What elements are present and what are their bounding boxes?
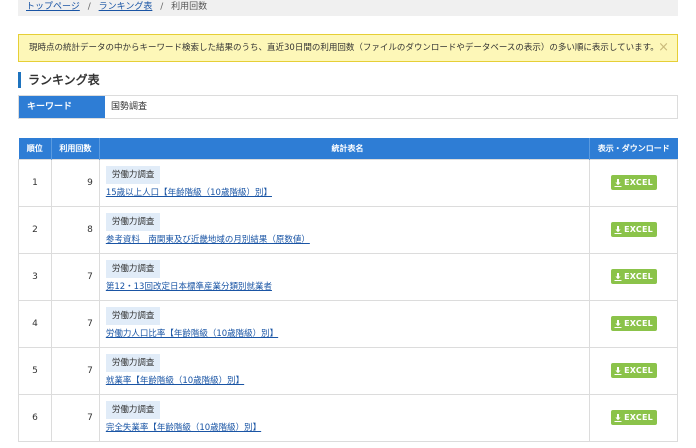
rank-cell: 2 [18,205,52,254]
rank-cell: 5 [18,346,52,395]
table-body: 1 9 労働力調査 15歳以上人口【年齢階級（10歳階級）別】 EXCEL 2 … [18,158,678,442]
rank-cell: 3 [18,252,52,301]
excel-download-button[interactable]: EXCEL [610,363,657,378]
breadcrumb-separator: / [160,2,164,12]
survey-tag: 労働力調査 [105,354,161,372]
excel-download-button[interactable]: EXCEL [610,316,657,331]
breadcrumb-home-link[interactable]: トップページ [26,2,80,12]
count-cell: 8 [50,205,100,254]
rank-cell: 1 [18,158,52,207]
survey-tag: 労働力調査 [105,260,161,278]
table-row: 5 7 労働力調査 就業率【年齢階級（10歳階級）別】 EXCEL [18,346,678,395]
count-cell: 7 [50,299,100,348]
name-cell: 労働力調査 15歳以上人口【年齢階級（10歳階級）別】 [98,158,591,207]
excel-label: EXCEL [624,272,653,281]
count-cell: 7 [50,252,100,301]
count-cell: 7 [50,393,100,442]
breadcrumb-current: 利用回数 [171,2,208,12]
name-cell: 労働力調査 就業率【年齢階級（10歳階級）別】 [98,346,591,395]
stat-title-link[interactable]: 15歳以上人口【年齢階級（10歳階級）別】 [106,188,589,199]
name-cell: 労働力調査 完全失業率【年齢階級（10歳階級）別】 [98,393,591,442]
name-cell: 労働力調査 労働力人口比率【年齢階級（10歳階級）別】 [98,299,591,348]
ranking-table: 順位 利用回数 統計表名 表示・ダウンロード 1 9 労働力調査 15歳以上人口… [18,138,678,442]
notice-banner: 現時点の統計データの中からキーワード検索した結果のうち、直近30日間の利用回数（… [18,34,678,62]
header-rank: 順位 [18,138,52,159]
breadcrumb-separator: / [87,2,91,12]
survey-tag: 労働力調査 [105,307,161,325]
count-cell: 9 [50,158,100,207]
download-cell: EXCEL [589,346,678,395]
keyword-label: キーワード [19,96,105,118]
name-cell: 労働力調査 参考資料 南関東及び近畿地域の月別結果（原数値） [98,205,591,254]
download-icon [614,225,622,234]
breadcrumb-ranking-link[interactable]: ランキング表 [99,2,153,12]
table-row: 1 9 労働力調査 15歳以上人口【年齢階級（10歳階級）別】 EXCEL [18,158,678,207]
page-title: ランキング表 [18,72,100,88]
table-row: 4 7 労働力調査 労働力人口比率【年齢階級（10歳階級）別】 EXCEL [18,299,678,348]
close-icon[interactable]: × [658,35,669,61]
table-row: 6 7 労働力調査 完全失業率【年齢階級（10歳階級）別】 EXCEL [18,393,678,442]
excel-download-button[interactable]: EXCEL [610,410,657,425]
table-header-row: 順位 利用回数 統計表名 表示・ダウンロード [18,138,678,159]
count-cell: 7 [50,346,100,395]
download-icon [614,366,622,375]
stat-title-link[interactable]: 就業率【年齢階級（10歳階級）別】 [106,376,589,387]
excel-label: EXCEL [624,178,653,187]
download-cell: EXCEL [589,158,678,207]
breadcrumb: トップページ / ランキング表 / 利用回数 [18,0,678,16]
keyword-value: 国勢調査 [111,102,148,112]
keyword-row: キーワード 国勢調査 [18,95,678,119]
header-count: 利用回数 [51,138,100,159]
download-icon [614,413,622,422]
header-name: 統計表名 [99,138,591,159]
excel-label: EXCEL [624,413,653,422]
stat-title-link[interactable]: 参考資料 南関東及び近畿地域の月別結果（原数値） [106,235,589,246]
survey-tag: 労働力調査 [105,401,161,419]
download-icon [614,178,622,187]
table-row: 2 8 労働力調査 参考資料 南関東及び近畿地域の月別結果（原数値） EXCEL [18,205,678,254]
survey-tag: 労働力調査 [105,213,161,231]
excel-label: EXCEL [624,319,653,328]
rank-cell: 4 [18,299,52,348]
download-cell: EXCEL [589,299,678,348]
survey-tag: 労働力調査 [105,166,161,184]
download-icon [614,319,622,328]
rank-cell: 6 [18,393,52,442]
download-icon [614,272,622,281]
table-row: 3 7 労働力調査 第12・13回改定日本標準産業分類別就業者 EXCEL [18,252,678,301]
excel-download-button[interactable]: EXCEL [610,222,657,237]
notice-text: 現時点の統計データの中からキーワード検索した結果のうち、直近30日間の利用回数（… [29,43,659,53]
download-cell: EXCEL [589,252,678,301]
stat-title-link[interactable]: 第12・13回改定日本標準産業分類別就業者 [106,282,589,293]
download-cell: EXCEL [589,393,678,442]
header-download: 表示・ダウンロード [589,138,678,159]
excel-download-button[interactable]: EXCEL [610,175,657,190]
stat-title-link[interactable]: 完全失業率【年齢階級（10歳階級）別】 [106,423,589,434]
excel-download-button[interactable]: EXCEL [610,269,657,284]
name-cell: 労働力調査 第12・13回改定日本標準産業分類別就業者 [98,252,591,301]
excel-label: EXCEL [624,225,653,234]
stat-title-link[interactable]: 労働力人口比率【年齢階級（10歳階級）別】 [106,329,589,340]
excel-label: EXCEL [624,366,653,375]
download-cell: EXCEL [589,205,678,254]
